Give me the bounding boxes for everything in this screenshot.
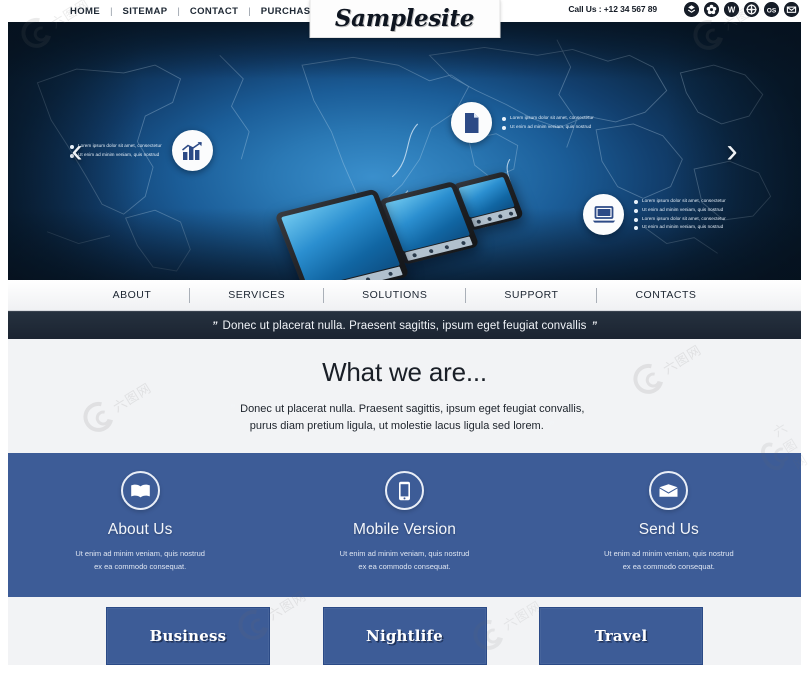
list-item: Ut enim ad minim veniam, quis nostrud (634, 223, 726, 232)
features-section: About Us Ut enim ad minim veniam, quis n… (8, 453, 801, 597)
nav-item-services[interactable]: SERVICES (190, 289, 323, 301)
tablet-devices-graphic (274, 170, 525, 280)
quote-close-mark: ” (591, 319, 598, 332)
feature-line-1: Ut enim ad minim veniam, quis nostrud (75, 549, 205, 558)
envelope-icon (649, 471, 689, 510)
svg-text:OS: OS (767, 7, 777, 14)
target-icon[interactable] (744, 2, 759, 17)
feature-title: About Us (107, 521, 173, 538)
feature-title: Send Us (638, 521, 699, 538)
nav-item-solutions[interactable]: SOLUTIONS (324, 289, 465, 301)
quote-banner-text: Donec ut placerat nulla. Praesent sagitt… (222, 319, 587, 332)
card-label: Travel (594, 627, 648, 645)
slider-prev-arrow-icon[interactable]: ‹ (60, 128, 94, 174)
nav-item-contacts[interactable]: CONTACTS (597, 289, 734, 301)
social-icon-list: W OS (684, 2, 799, 17)
feature-line-2: ex ea commodo consequat. (358, 561, 451, 571)
hero-callout-document-bullets: Lorem ipsum dolor sit amet, consectetur … (502, 114, 594, 132)
card-label: Nightlife (366, 627, 443, 645)
nav-item-about[interactable]: ABOUT (75, 289, 190, 301)
email-icon[interactable] (784, 2, 799, 17)
lead-open-mark: ” (229, 402, 236, 415)
laptop-icon[interactable] (583, 194, 624, 235)
topnav-item-sitemap[interactable]: SITEMAP (112, 6, 177, 17)
card-label: Business (149, 627, 227, 645)
lead-line-1: Donec ut placerat nulla. Praesent sagitt… (240, 402, 585, 415)
quote-open-mark: ” (211, 319, 218, 332)
nav-item-support[interactable]: SUPPORT (466, 289, 596, 301)
topnav-item-contact[interactable]: CONTACT (180, 6, 249, 17)
feature-line-1: Ut enim ad minim veniam, quis nostrud (339, 549, 470, 558)
list-item: Lorem ipsum dolor sit amet, consectetur (634, 197, 726, 206)
section-lead-text: ” Donec ut placerat nulla. Praesent sagit… (225, 401, 585, 435)
feature-description: Ut enim ad minim veniam, quis nostrud ex… (35, 548, 245, 574)
category-cards-section: Business Nightlife Travel (8, 597, 801, 665)
lead-close-mark: ” (548, 420, 555, 432)
card-travel[interactable]: Travel (539, 607, 703, 665)
document-icon[interactable] (451, 102, 492, 143)
svg-text:W: W (728, 6, 736, 15)
top-navigation: HOME | SITEMAP | CONTACT | PURCHASE (60, 6, 327, 17)
list-item: Ut enim ad minim veniam, quis nostrud (634, 206, 726, 215)
call-us-text: Call Us : +12 34 567 89 (568, 4, 657, 14)
feature-line-1: Ut enim ad minim veniam, quis nostrud (603, 549, 734, 558)
feature-line-2: ex ea commodo consequat. (94, 561, 187, 571)
flower-icon[interactable] (704, 2, 719, 17)
what-we-are-section: What we are... ” Donec ut placerat nulla.… (8, 339, 801, 453)
list-item: Ut enim ad minim veniam, quis nostrud (502, 123, 594, 132)
bar-chart-icon[interactable] (171, 130, 213, 171)
hero-callout-document: Lorem ipsum dolor sit amet, consectetur … (451, 102, 594, 143)
logo-plate[interactable]: Samplesite (309, 0, 500, 38)
list-item: Lorem ipsum dolor sit amet, consectetur (634, 215, 726, 224)
feature-description: Ut enim ad minim veniam, quis nostrud ex… (564, 548, 774, 574)
main-navigation: ABOUT SERVICES SOLUTIONS SUPPORT CONTACT… (8, 280, 801, 311)
hero-slider: Lorem ipsum dolor sit amet, consectetur … (8, 22, 801, 280)
feature-mobile-version[interactable]: Mobile Version Ut enim ad minim veniam, … (299, 471, 509, 574)
os-icon[interactable]: OS (764, 2, 779, 17)
wordpress-icon[interactable]: W (724, 2, 739, 17)
site-logo-text: Samplesite (334, 5, 475, 32)
website-mockup: HOME | SITEMAP | CONTACT | PURCHASE Call… (0, 0, 809, 689)
list-item: Lorem ipsum dolor sit amet, consectetur (502, 114, 594, 123)
quote-banner: ” Donec ut placerat nulla. Praesent sagit… (8, 311, 801, 339)
feature-title: Mobile Version (352, 521, 457, 538)
hero-callout-laptop-bullets: Lorem ipsum dolor sit amet, consectetur … (634, 197, 726, 233)
feature-description: Ut enim ad minim veniam, quis nostrud ex… (299, 548, 509, 574)
quote-banner-content: ” Donec ut placerat nulla. Praesent sagit… (207, 320, 602, 332)
book-icon (120, 471, 160, 510)
feature-send-us[interactable]: Send Us Ut enim ad minim veniam, quis no… (564, 471, 774, 574)
feature-about-us[interactable]: About Us Ut enim ad minim veniam, quis n… (35, 471, 245, 574)
lead-line-2: purus diam pretium ligula, ut molestie l… (249, 420, 544, 432)
hero-callout-laptop: Lorem ipsum dolor sit amet, consectetur … (583, 194, 726, 235)
mobile-phone-icon (384, 471, 424, 510)
dropbox-icon[interactable] (684, 2, 699, 17)
slider-next-arrow-icon[interactable]: › (715, 128, 749, 174)
card-business[interactable]: Business (106, 607, 270, 665)
topnav-item-home[interactable]: HOME (60, 6, 110, 17)
feature-line-2: ex ea commodo consequat. (622, 561, 715, 571)
card-nightlife[interactable]: Nightlife (322, 607, 487, 665)
tablet-screen (281, 194, 401, 280)
section-heading: What we are... (322, 356, 487, 387)
